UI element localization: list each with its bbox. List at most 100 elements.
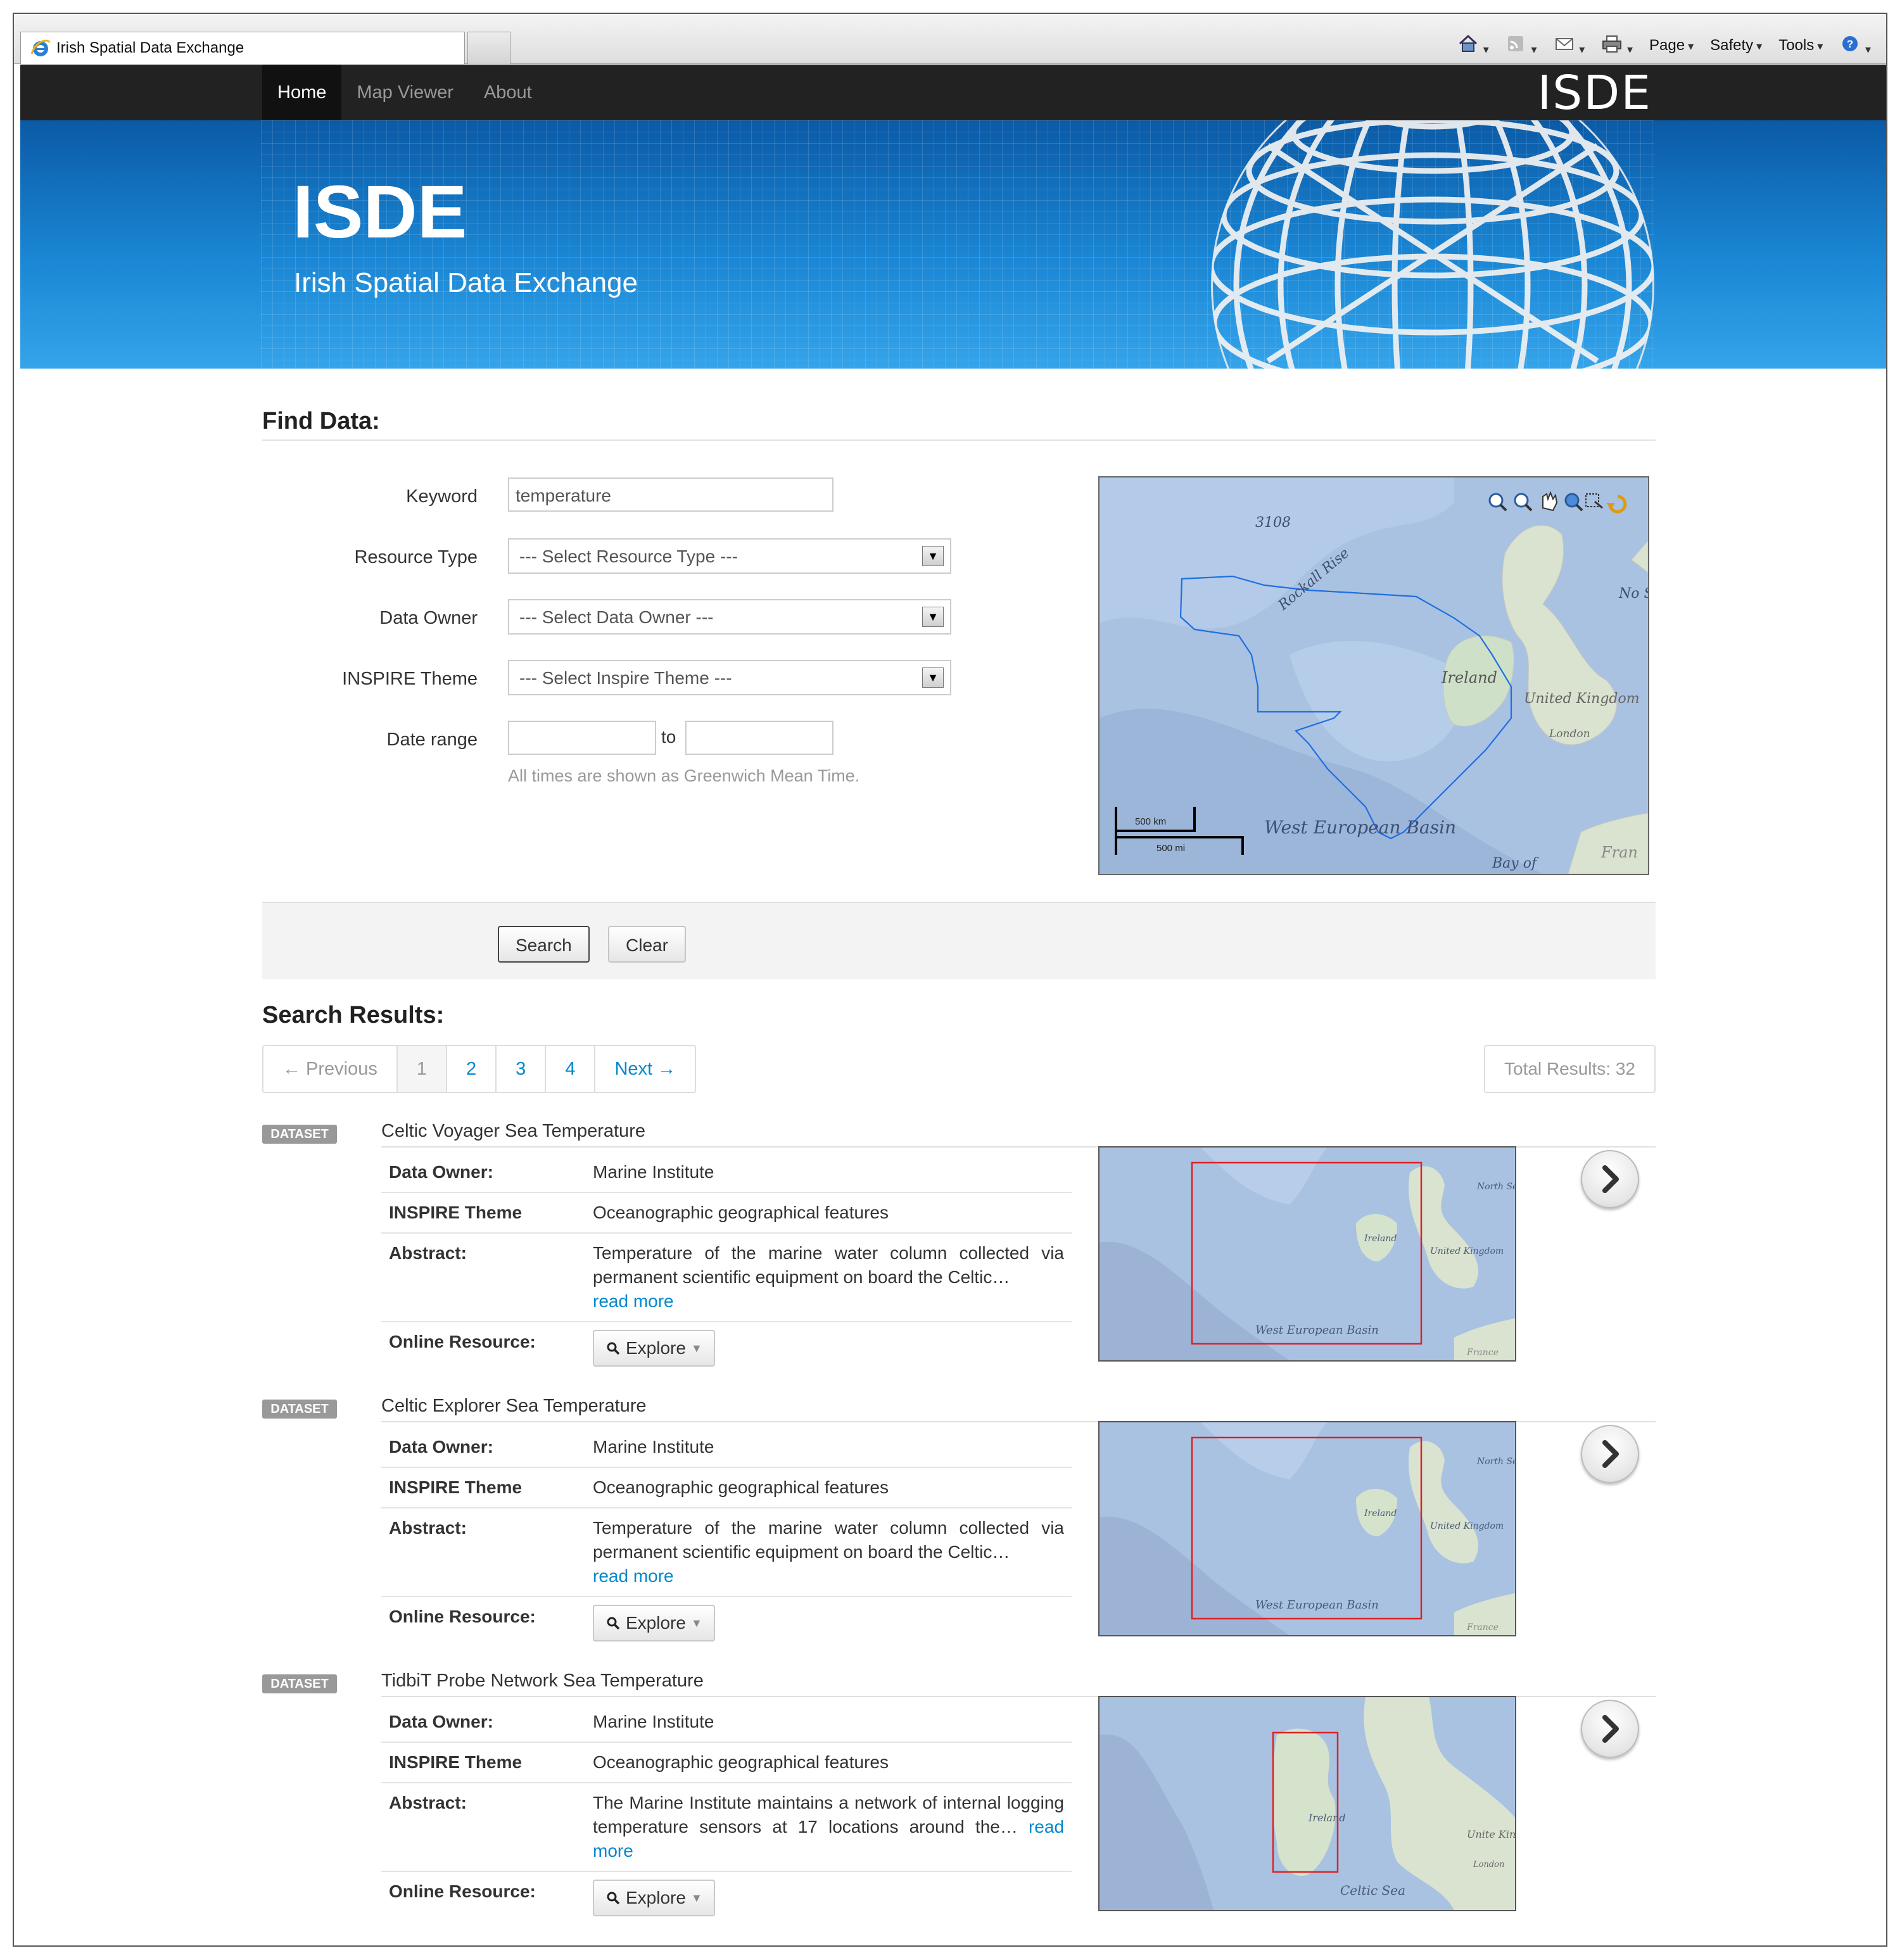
page-1[interactable]: 1	[396, 1046, 447, 1092]
abstract-row: Abstract: The Marine Institute maintains…	[381, 1783, 1072, 1872]
date-to-input[interactable]	[685, 721, 833, 755]
inspire-theme-row: INSPIRE Theme Oceanographic geographical…	[381, 1468, 1072, 1508]
nav-map-viewer[interactable]: Map Viewer	[341, 65, 469, 120]
abstract-row: Abstract: Temperature of the marine wate…	[381, 1508, 1072, 1597]
pan-hand-icon[interactable]	[1542, 491, 1558, 512]
safety-menu[interactable]: Safety	[1710, 37, 1762, 54]
result-map-thumbnail[interactable]: Ireland United Kingdom West European Bas…	[1098, 1421, 1516, 1636]
inspire-theme-value: Oceanographic geographical features	[593, 1203, 889, 1222]
read-more-link[interactable]: read more	[593, 1566, 674, 1586]
help-button[interactable]: ?	[1839, 34, 1871, 58]
nav-about[interactable]: About	[469, 65, 547, 120]
chevron-right-icon	[1602, 1440, 1619, 1468]
result-title[interactable]: Celtic Voyager Sea Temperature	[381, 1121, 645, 1142]
home-button[interactable]	[1457, 34, 1489, 58]
tools-menu[interactable]: Tools	[1778, 37, 1823, 54]
browser-tab[interactable]: Irish Spatial Data Exchange	[20, 32, 465, 64]
result-title[interactable]: TidbiT Probe Network Sea Temperature	[381, 1671, 704, 1691]
abstract-value: The Marine Institute maintains a network…	[593, 1791, 1064, 1863]
online-resource-value: Explore ▼	[593, 1330, 1064, 1367]
online-resource-key: Online Resource:	[389, 1332, 536, 1351]
page-menu[interactable]: Page	[1649, 37, 1694, 54]
date-to-label: to	[661, 727, 676, 747]
abstract-key: Abstract:	[389, 1243, 467, 1263]
inspire-theme-key: INSPIRE Theme	[389, 1752, 523, 1772]
search-results-heading: Search Results:	[262, 1002, 445, 1028]
abstract-row: Abstract: Temperature of the marine wate…	[381, 1234, 1072, 1322]
inspire-theme-select[interactable]: --- Select Inspire Theme --- ▼	[508, 660, 951, 695]
clear-button[interactable]: Clear	[608, 926, 686, 963]
abstract-value: Temperature of the marine water column c…	[593, 1516, 1064, 1588]
caret-down-icon: ▼	[690, 1342, 702, 1355]
magnifier-icon	[607, 1892, 620, 1905]
data-owner-value: Marine Institute	[593, 1162, 714, 1182]
dataset-badge: DATASET	[262, 1400, 337, 1419]
page-4[interactable]: 4	[545, 1046, 594, 1092]
rss-icon	[1507, 35, 1523, 51]
online-resource-key: Online Resource:	[389, 1607, 536, 1626]
result-metadata: Data Owner: Marine Institute INSPIRE The…	[381, 1153, 1072, 1374]
globe-icon	[1211, 120, 1654, 369]
printer-icon	[1602, 35, 1622, 53]
nav-home[interactable]: Home	[262, 65, 342, 120]
data-owner-select[interactable]: --- Select Data Owner --- ▼	[508, 599, 951, 635]
brand-logo[interactable]: ISDE	[1537, 68, 1652, 118]
result-metadata: Data Owner: Marine Institute INSPIRE The…	[381, 1702, 1072, 1924]
chevron-right-icon	[1602, 1715, 1619, 1743]
online-resource-row: Online Resource: Explore ▼	[381, 1872, 1072, 1924]
page-2[interactable]: 2	[446, 1046, 495, 1092]
search-map[interactable]: 3108 Rockall Rise Ireland United Kingdom…	[1098, 476, 1649, 875]
data-owner-value: Marine Institute	[593, 1437, 714, 1457]
pagination: ← Previous 1 2 3 4 Next →	[262, 1045, 697, 1093]
date-from-input[interactable]	[508, 721, 656, 755]
svg-text:500 mi: 500 mi	[1157, 843, 1185, 854]
caret-down-icon: ▼	[690, 1617, 702, 1629]
svg-text:France: France	[1466, 1622, 1499, 1633]
new-tab-button[interactable]	[467, 32, 510, 64]
page-next[interactable]: Next →	[594, 1046, 695, 1092]
print-button[interactable]	[1601, 34, 1633, 58]
dataset-badge: DATASET	[262, 1125, 337, 1144]
resource-type-value: --- Select Resource Type ---	[519, 547, 738, 566]
search-action-bar: Search Clear	[262, 902, 1656, 979]
resource-type-select[interactable]: --- Select Resource Type --- ▼	[508, 538, 951, 574]
hero-banner: ISDE Irish Spatial Data Exchange	[20, 120, 1886, 369]
browser-window: Irish Spatial Data Exchange ▾ ▾ ▾ ▾ Page…	[13, 13, 1887, 1947]
dropdown-arrow-icon: ▼	[922, 546, 944, 566]
svg-text:Unite Kingdo: Unite Kingdo	[1467, 1828, 1515, 1840]
divider	[262, 439, 1656, 441]
map-label-bay: Bay of	[1492, 856, 1539, 871]
explore-button[interactable]: Explore ▼	[593, 1330, 715, 1367]
result-title[interactable]: Celtic Explorer Sea Temperature	[381, 1396, 647, 1417]
mail-button[interactable]	[1554, 34, 1585, 58]
ie-logo-icon	[30, 39, 51, 56]
date-range-label: Date range	[386, 730, 478, 750]
page-3[interactable]: 3	[495, 1046, 545, 1092]
explore-button[interactable]: Explore ▼	[593, 1880, 715, 1916]
find-data-heading: Find Data:	[262, 408, 380, 434]
keyword-input[interactable]: temperature	[508, 477, 833, 512]
explore-button[interactable]: Explore ▼	[593, 1605, 715, 1641]
view-details-button[interactable]	[1581, 1150, 1639, 1208]
svg-text:North Sea: North Sea	[1476, 1182, 1515, 1192]
search-button[interactable]: Search	[498, 926, 590, 963]
mail-icon	[1555, 37, 1573, 50]
caret-down-icon: ▼	[690, 1892, 702, 1904]
result-map-thumbnail[interactable]: Ireland United Kingdom West European Bas…	[1098, 1146, 1516, 1362]
view-details-button[interactable]	[1581, 1700, 1639, 1758]
feeds-button[interactable]	[1505, 34, 1537, 58]
map-label-depth: 3108	[1255, 515, 1291, 531]
data-owner-key: Data Owner:	[389, 1437, 493, 1457]
page-previous[interactable]: ← Previous	[263, 1046, 396, 1092]
keyword-label: Keyword	[406, 486, 478, 507]
result-item: DATASET TidbiT Probe Network Sea Tempera…	[262, 1671, 1656, 1945]
data-owner-label: Data Owner	[379, 608, 478, 628]
result-map-thumbnail[interactable]: Ireland Unite Kingdo London Celtic Sea	[1098, 1696, 1516, 1911]
read-more-link[interactable]: read more	[593, 1291, 674, 1311]
svg-text:France: France	[1466, 1348, 1499, 1358]
view-details-button[interactable]	[1581, 1425, 1639, 1483]
svg-text:Celtic Sea: Celtic Sea	[1340, 1883, 1405, 1898]
svg-text:West European Basin: West European Basin	[1255, 1324, 1379, 1337]
inspire-theme-key: INSPIRE Theme	[389, 1203, 523, 1222]
online-resource-row: Online Resource: Explore ▼	[381, 1597, 1072, 1649]
